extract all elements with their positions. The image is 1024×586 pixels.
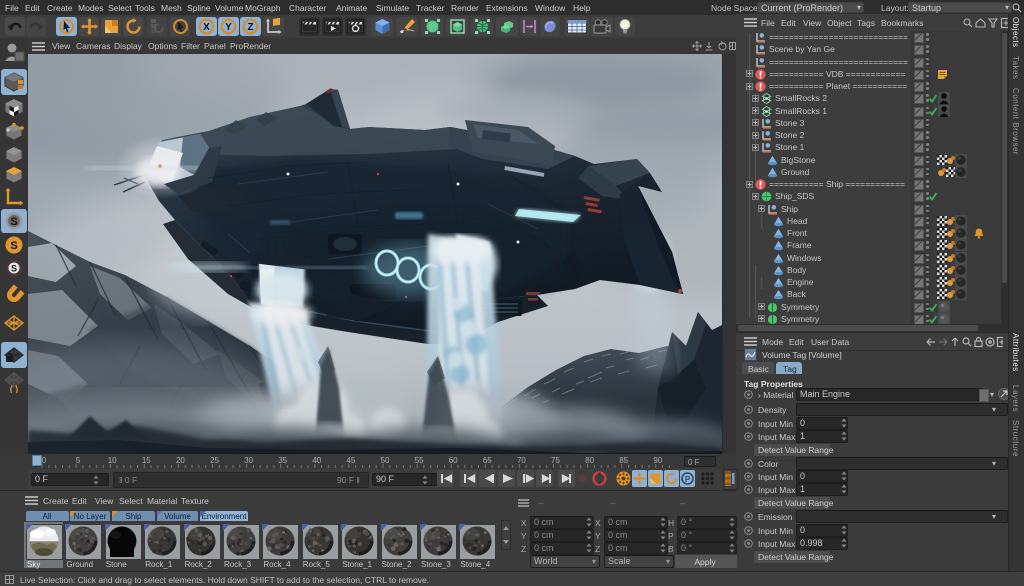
svg-text:X: X bbox=[203, 22, 210, 33]
svg-text:S: S bbox=[11, 264, 17, 274]
svg-text:S: S bbox=[10, 216, 17, 228]
svg-text:P: P bbox=[685, 475, 691, 484]
svg-text:Z: Z bbox=[247, 22, 253, 33]
svg-text:S: S bbox=[10, 240, 17, 252]
svg-text:( ): ( ) bbox=[10, 384, 19, 393]
svg-text:Y: Y bbox=[225, 22, 232, 33]
